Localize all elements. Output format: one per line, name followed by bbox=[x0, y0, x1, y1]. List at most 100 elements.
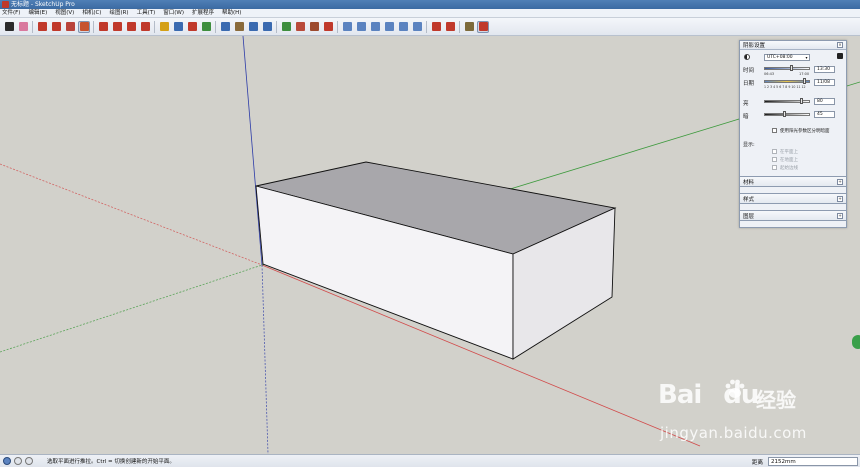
rotate-tool-button[interactable] bbox=[125, 21, 137, 33]
move-tool-button[interactable] bbox=[111, 21, 123, 33]
menu-item-5[interactable]: 工具(T) bbox=[137, 9, 156, 18]
warehouse-tool-icon bbox=[281, 22, 291, 31]
text-tool-icon bbox=[173, 22, 183, 31]
dark-input[interactable]: 45 bbox=[814, 111, 835, 118]
scale-tool-button[interactable] bbox=[139, 21, 151, 33]
light-slider-track[interactable] bbox=[764, 100, 810, 103]
styles-tray[interactable]: 样式 + bbox=[739, 193, 847, 204]
time-end-tick: 17:00 bbox=[799, 72, 810, 76]
shadows-toggle-button[interactable] bbox=[477, 20, 489, 33]
components-tool-button[interactable] bbox=[308, 21, 320, 33]
menu-item-3[interactable]: 相机(C) bbox=[82, 9, 101, 18]
menu-item-6[interactable]: 窗口(W) bbox=[163, 9, 184, 18]
dark-label: 暗 bbox=[743, 114, 749, 120]
section-plane-tool-icon bbox=[431, 22, 441, 31]
front-view-icon bbox=[370, 22, 380, 31]
orbit-tool-button[interactable] bbox=[219, 21, 231, 33]
from-edges-label: 起始边线 bbox=[780, 166, 798, 171]
measurements-label: 距离 bbox=[752, 460, 764, 466]
red-axis-negative bbox=[0, 163, 263, 266]
section-plane-tool-button[interactable] bbox=[430, 21, 442, 33]
back-view-button[interactable] bbox=[397, 21, 409, 33]
on-ground-checkbox[interactable] bbox=[772, 157, 777, 162]
dark-slider-thumb[interactable] bbox=[782, 111, 786, 117]
materials-tray[interactable]: 材料 + bbox=[739, 176, 847, 187]
toolbar-separator bbox=[337, 20, 338, 33]
from-edges-checkbox[interactable] bbox=[772, 165, 777, 170]
line-tool-icon bbox=[37, 22, 47, 31]
menu-item-1[interactable]: 编辑(E) bbox=[28, 9, 47, 18]
side-panel-tab[interactable] bbox=[852, 335, 860, 349]
select-tool-button[interactable] bbox=[3, 21, 15, 33]
zoom-extents-tool-button[interactable] bbox=[261, 21, 273, 33]
zoom-tool-button[interactable] bbox=[247, 21, 259, 33]
push-pull-tool-button[interactable] bbox=[78, 20, 90, 33]
styles-tool-button[interactable] bbox=[322, 21, 334, 33]
sandbox-tool-button[interactable] bbox=[463, 21, 475, 33]
help-icon[interactable] bbox=[25, 457, 33, 465]
date-ticks: 1 2 3 4 5 6 7 8 9 10 11 12 bbox=[764, 85, 806, 89]
rotate-tool-icon bbox=[126, 22, 136, 31]
text-tool-button[interactable] bbox=[172, 21, 184, 33]
extension-warehouse-tool-button[interactable] bbox=[294, 21, 306, 33]
toolbar-separator bbox=[215, 20, 216, 33]
shadow-toggle-icon[interactable] bbox=[744, 54, 750, 60]
time-input[interactable]: 13:30 bbox=[814, 66, 835, 73]
menu-item-0[interactable]: 文件(F) bbox=[2, 9, 20, 18]
layers-tray[interactable]: 图层 + bbox=[739, 210, 847, 221]
toolbar-separator bbox=[459, 20, 460, 33]
axes-tool-icon bbox=[187, 22, 197, 31]
offset-tool-button[interactable] bbox=[97, 21, 109, 33]
left-view-button[interactable] bbox=[411, 21, 423, 33]
geo-location-icon[interactable] bbox=[3, 457, 11, 465]
menu-bar: 文件(F) 编辑(E) 视图(V) 相机(C) 绘图(R) 工具(T) 窗口(W) 扩展程序帮… bbox=[0, 9, 860, 18]
dark-slider-track[interactable] bbox=[764, 113, 810, 116]
paint-bucket-tool-button[interactable] bbox=[200, 21, 212, 33]
tape-measure-tool-button[interactable] bbox=[158, 21, 170, 33]
expand-icon[interactable]: + bbox=[837, 178, 843, 185]
pan-tool-button[interactable] bbox=[233, 21, 245, 33]
iso-view-button[interactable] bbox=[341, 21, 353, 33]
axes-tool-button[interactable] bbox=[186, 21, 198, 33]
follow-me-tool-button[interactable] bbox=[444, 21, 456, 33]
shadow-panel-header[interactable]: 阴影设置 × bbox=[740, 41, 846, 50]
zoom-extents-tool-icon bbox=[262, 22, 272, 31]
shadow-detail-icon[interactable] bbox=[837, 53, 843, 59]
paw-icon bbox=[725, 379, 745, 398]
menu-item-7[interactable]: 扩展程序 bbox=[192, 9, 214, 18]
time-slider-thumb[interactable] bbox=[789, 65, 793, 71]
on-faces-checkbox[interactable] bbox=[772, 149, 777, 154]
on-ground-label: 在地面上 bbox=[780, 158, 798, 163]
expand-icon[interactable]: + bbox=[837, 195, 843, 202]
zoom-tool-icon bbox=[248, 22, 258, 31]
measurements-value: 2152mm bbox=[771, 459, 796, 465]
warehouse-tool-button[interactable] bbox=[280, 21, 292, 33]
shadow-panel-title: 阴影设置 bbox=[743, 43, 766, 49]
light-slider-thumb[interactable] bbox=[799, 98, 803, 104]
expand-icon[interactable]: + bbox=[837, 212, 843, 219]
timezone-value: UTC+08:00 bbox=[767, 55, 793, 60]
arc-tool-button[interactable] bbox=[50, 21, 62, 33]
eraser-tool-button[interactable] bbox=[17, 21, 29, 33]
menu-item-8[interactable]: 帮助(H) bbox=[222, 9, 241, 18]
date-input[interactable]: 11/08 bbox=[814, 79, 835, 86]
shape-tool-button[interactable] bbox=[64, 21, 76, 33]
arc-tool-icon bbox=[51, 22, 61, 31]
front-view-button[interactable] bbox=[369, 21, 381, 33]
right-view-button[interactable] bbox=[383, 21, 395, 33]
credits-icon[interactable] bbox=[14, 457, 22, 465]
date-slider-thumb[interactable] bbox=[803, 78, 806, 84]
measurements-box[interactable]: 2152mm bbox=[768, 457, 858, 466]
time-slider-track[interactable] bbox=[764, 67, 810, 70]
styles-tray-title: 样式 bbox=[743, 196, 755, 203]
light-input[interactable]: 80 bbox=[814, 98, 835, 105]
menu-item-2[interactable]: 视图(V) bbox=[55, 9, 74, 18]
tape-measure-tool-icon bbox=[159, 22, 169, 31]
sun-shading-checkbox[interactable] bbox=[772, 128, 777, 133]
menu-item-4[interactable]: 绘图(R) bbox=[109, 9, 128, 18]
panel-collapse-icon[interactable]: × bbox=[837, 42, 843, 48]
move-tool-icon bbox=[112, 22, 122, 31]
top-view-button[interactable] bbox=[355, 21, 367, 33]
timezone-select[interactable]: UTC+08:00 ▾ bbox=[764, 54, 810, 61]
line-tool-button[interactable] bbox=[36, 21, 48, 33]
